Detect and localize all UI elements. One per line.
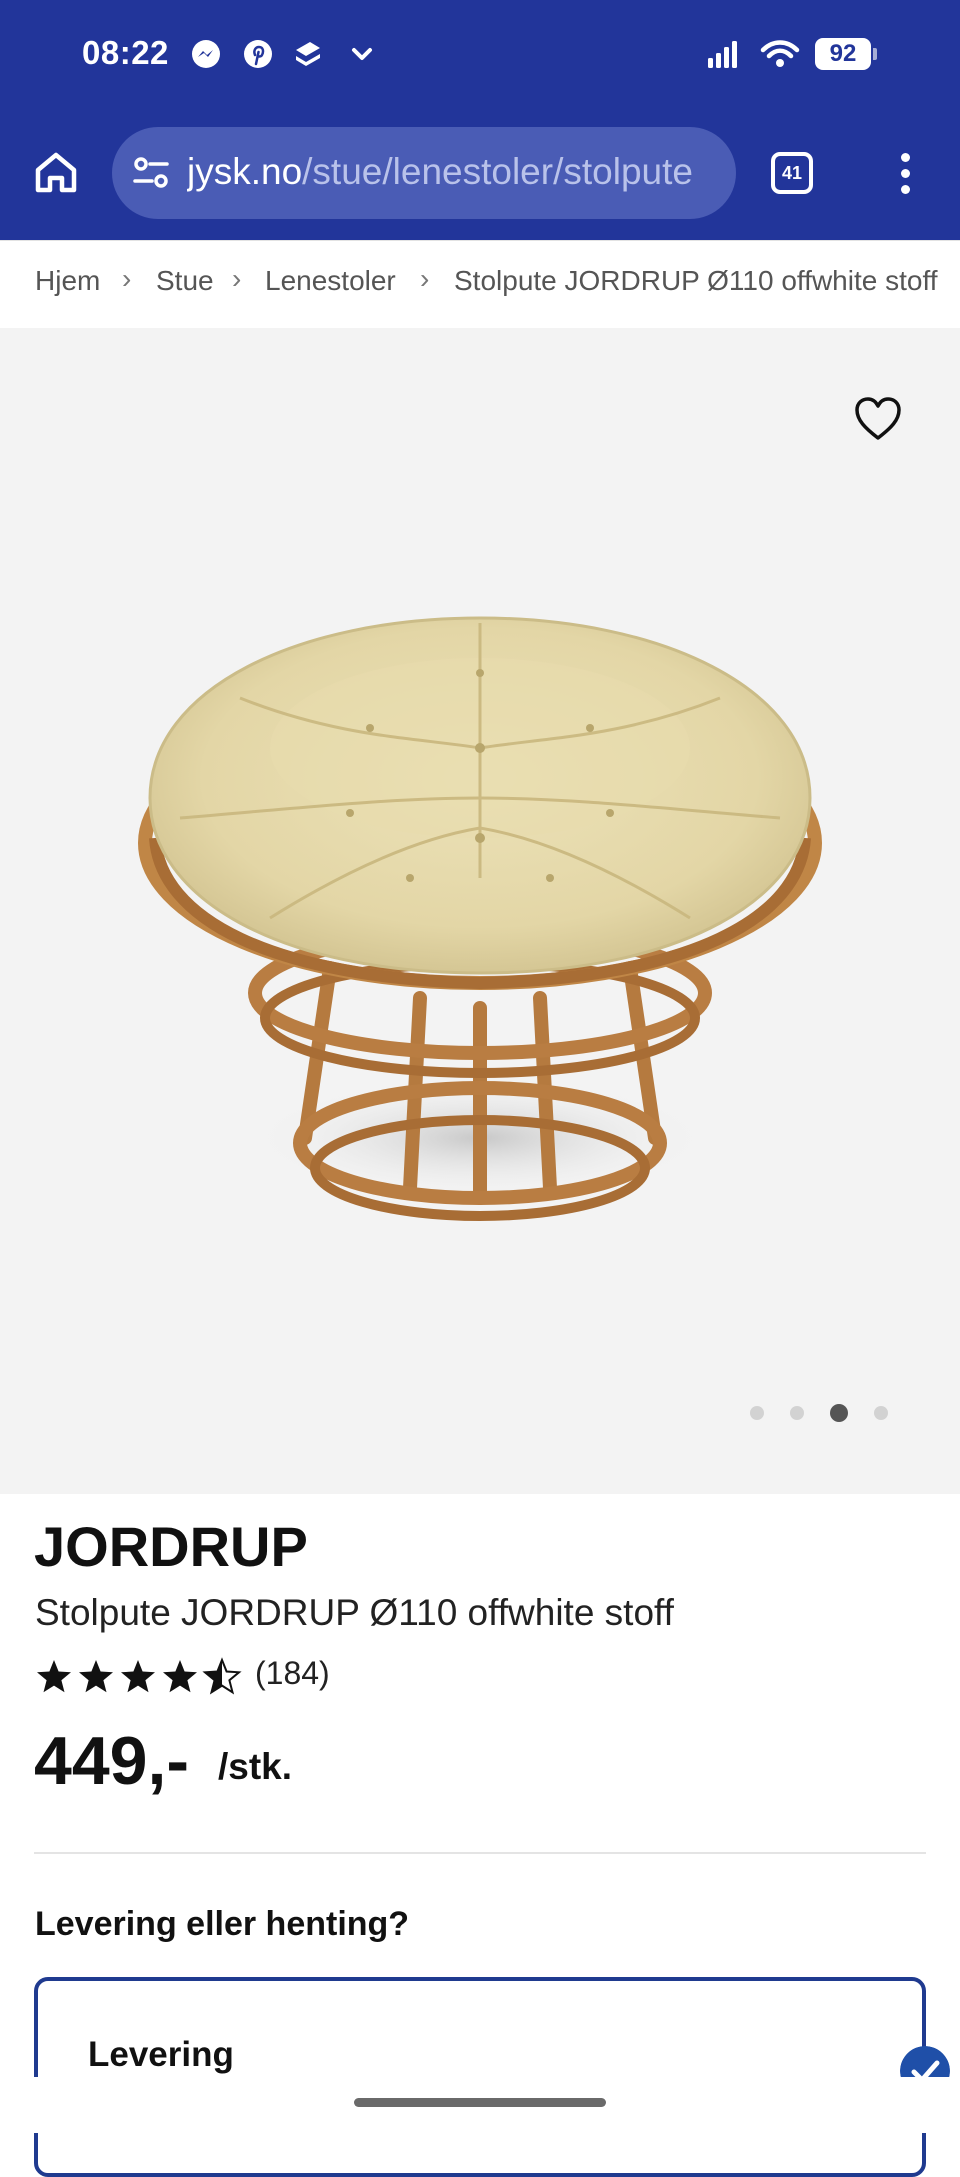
messenger-icon <box>192 40 220 68</box>
battery-icon: 92 <box>815 38 877 70</box>
product-brand: JORDRUP <box>34 1515 308 1578</box>
home-indicator[interactable] <box>354 2098 606 2107</box>
star-icon <box>121 1660 155 1693</box>
divider <box>34 1852 926 1854</box>
star-icon <box>79 1660 113 1693</box>
gallery-dot[interactable] <box>750 1406 764 1420</box>
star-icon <box>163 1660 197 1693</box>
stack-app-icon <box>296 42 320 66</box>
status-bar: 08:22 92 <box>0 0 960 112</box>
half-star-icon <box>204 1659 240 1694</box>
chevron-right-icon: › <box>420 263 430 294</box>
overflow-menu-icon[interactable] <box>893 150 917 198</box>
breadcrumb-item-stue[interactable]: Stue <box>156 265 214 297</box>
chevron-right-icon: › <box>232 263 242 294</box>
gallery-dot[interactable] <box>790 1406 804 1420</box>
chevron-right-icon: › <box>122 263 132 294</box>
delivery-option-label: Levering <box>88 2035 234 2074</box>
star-icon <box>37 1660 71 1693</box>
battery-level: 92 <box>815 38 871 70</box>
gallery-dot[interactable] <box>874 1406 888 1420</box>
chevron-down-icon <box>352 48 372 60</box>
site-settings-icon[interactable] <box>132 155 170 191</box>
review-count[interactable]: (184) <box>255 1655 330 1692</box>
product-name: Stolpute JORDRUP Ø110 offwhite stoff <box>35 1592 674 1633</box>
breadcrumb-item-lenestoler[interactable]: Lenestoler <box>265 265 396 297</box>
gallery-dot-active[interactable] <box>830 1404 848 1422</box>
tab-switcher-button[interactable]: 41 <box>771 152 813 194</box>
clock: 08:22 <box>82 34 169 71</box>
breadcrumb: Hjem › Stue › Lenestoler › Stolpute JORD… <box>0 240 960 329</box>
product-price: 449,- <box>34 1723 189 1799</box>
home-icon[interactable] <box>32 148 80 196</box>
product-image <box>138 616 822 1221</box>
url-text[interactable]: jysk.no/stue/lenestoler/stolpute <box>187 151 727 193</box>
pinterest-icon <box>244 40 272 68</box>
breadcrumb-item-hjem[interactable]: Hjem <box>35 265 100 297</box>
url-domain: jysk.no <box>187 151 303 192</box>
price-unit: /stk. <box>218 1746 293 1787</box>
wifi-icon <box>760 40 800 67</box>
product-image-gallery[interactable] <box>0 328 960 1494</box>
rating-stars[interactable] <box>36 1656 246 1696</box>
signal-icon <box>708 41 737 68</box>
browser-toolbar: jysk.no/stue/lenestoler/stolpute 41 <box>0 112 960 240</box>
breadcrumb-item-current: Stolpute JORDRUP Ø110 offwhite stoff <box>454 265 938 296</box>
address-bar[interactable]: jysk.no/stue/lenestoler/stolpute <box>112 127 736 219</box>
url-path: /stue/lenestoler/stolpute <box>302 151 693 192</box>
delivery-heading: Levering eller henting? <box>35 1905 410 1943</box>
heart-icon[interactable] <box>853 396 903 442</box>
